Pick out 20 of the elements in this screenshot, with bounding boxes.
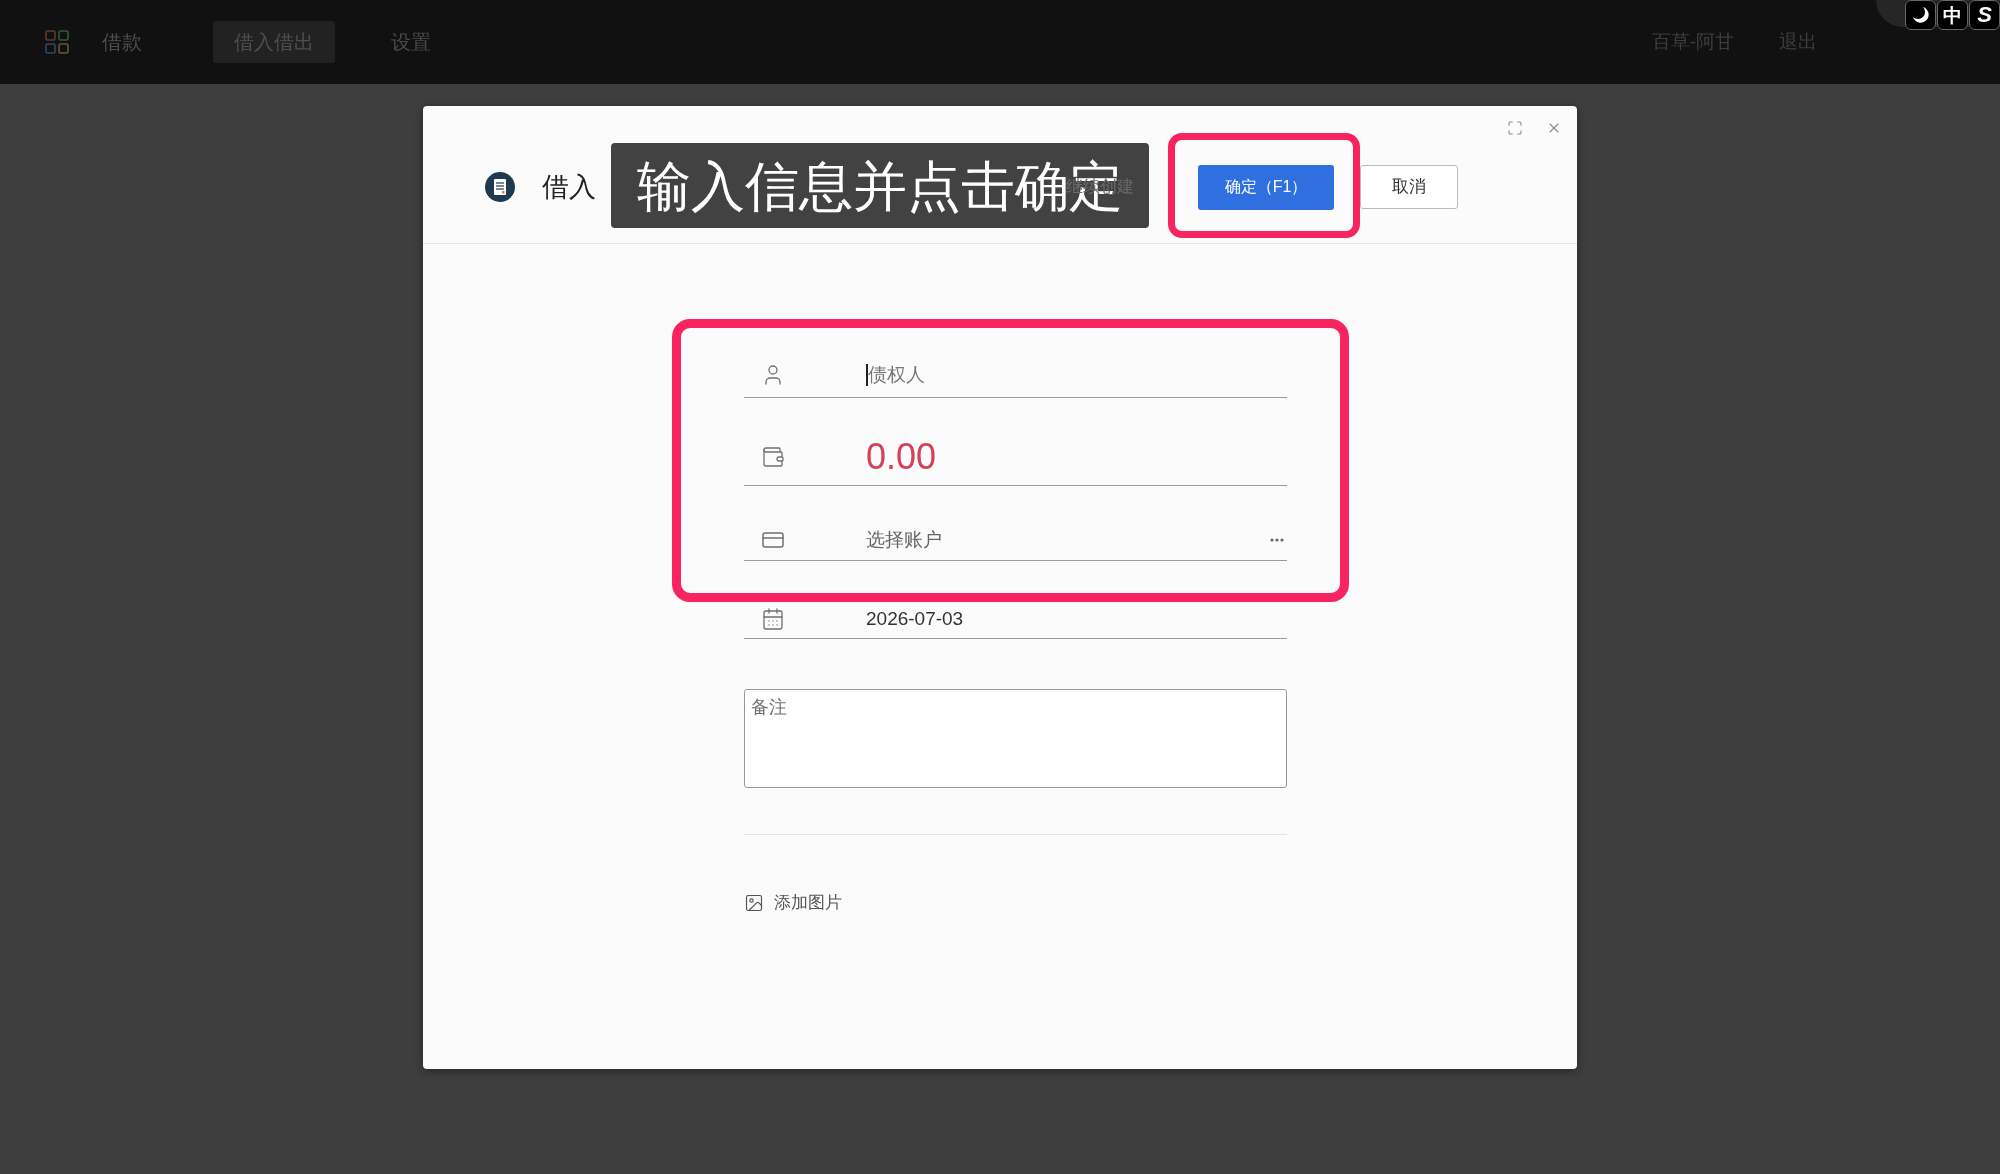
app-title: 借款 <box>102 30 142 55</box>
document-icon <box>485 172 515 202</box>
grid-logo-icon <box>45 30 69 54</box>
wallet-icon <box>761 445 785 469</box>
amount-field[interactable]: 0.00 <box>866 435 1287 479</box>
account-select[interactable]: 选择账户 <box>866 528 1287 552</box>
date-field[interactable]: 2026-07-03 <box>866 607 1287 631</box>
image-icon <box>744 892 764 913</box>
note-field[interactable]: 备注 <box>744 689 1287 788</box>
input-mode-button[interactable]: 中 <box>1937 0 1968 30</box>
more-icon <box>1270 538 1284 542</box>
cancel-button[interactable]: 取消 <box>1360 165 1458 209</box>
ime-logo-button[interactable]: S <box>1969 0 2000 30</box>
fullscreen-icon[interactable] <box>1507 120 1523 136</box>
add-image-button[interactable]: 添加图片 <box>744 890 842 916</box>
calendar-icon <box>761 607 785 631</box>
dialog-title: 借入 <box>542 170 596 204</box>
confirm-button[interactable]: 确定（F1） <box>1198 164 1334 210</box>
moon-icon[interactable] <box>1905 0 1936 30</box>
text-field[interactable]: 债权人 <box>867 363 1287 387</box>
